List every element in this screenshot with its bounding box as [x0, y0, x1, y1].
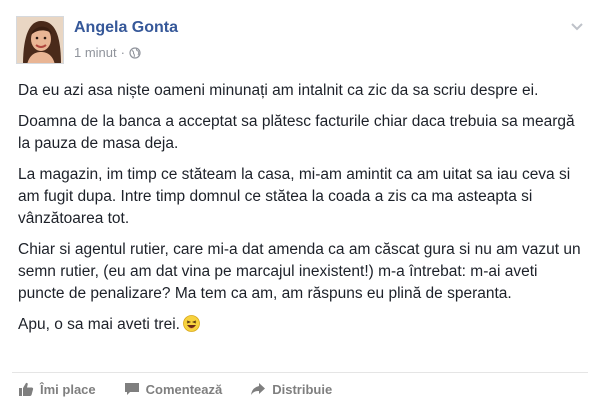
post-paragraph: Chiar si agentul rutier, care mi-a dat a…	[18, 241, 581, 302]
post-paragraph: Da eu azi asa niște oameni minunați am i…	[18, 82, 539, 99]
profile-photo	[17, 17, 63, 63]
post-meta: 1 minut ·	[74, 45, 141, 60]
like-button[interactable]: Îmi place	[18, 381, 96, 397]
share-label: Distribuie	[272, 381, 333, 397]
share-arrow-icon	[251, 383, 266, 395]
post-paragraph: Doamna de la banca a acceptat sa plătesc…	[18, 113, 575, 152]
comment-icon	[124, 383, 139, 395]
chevron-down-icon[interactable]	[568, 18, 586, 36]
post-timestamp[interactable]: 1 minut	[74, 45, 117, 60]
meta-separator: ·	[120, 45, 125, 60]
post-last-line-text: Apu, o sa mai aveti trei.	[18, 316, 180, 333]
post-last-line: Apu, o sa mai aveti trei.	[18, 314, 584, 336]
author-name[interactable]: Angela Gonta	[74, 19, 178, 37]
thumbs-up-icon	[19, 382, 34, 396]
avatar[interactable]	[16, 16, 64, 64]
post-actions: Îmi place Comentează Distribuie	[18, 381, 360, 397]
laughing-emoji-icon	[183, 315, 200, 332]
post-paragraph: La magazin, im timp ce stăteam la casa, …	[18, 166, 571, 227]
post-body: Da eu azi asa niște oameni minunați am i…	[18, 80, 584, 345]
post-header: Angela Gonta 1 minut ·	[16, 16, 586, 66]
actions-divider	[12, 372, 588, 373]
like-label: Îmi place	[40, 381, 96, 397]
globe-icon[interactable]	[129, 46, 141, 59]
comment-label: Comentează	[145, 381, 223, 397]
comment-button[interactable]: Comentează	[124, 381, 223, 397]
facebook-post: Angela Gonta 1 minut · Da eu azi asa niș…	[0, 0, 600, 412]
share-button[interactable]: Distribuie	[250, 381, 332, 397]
